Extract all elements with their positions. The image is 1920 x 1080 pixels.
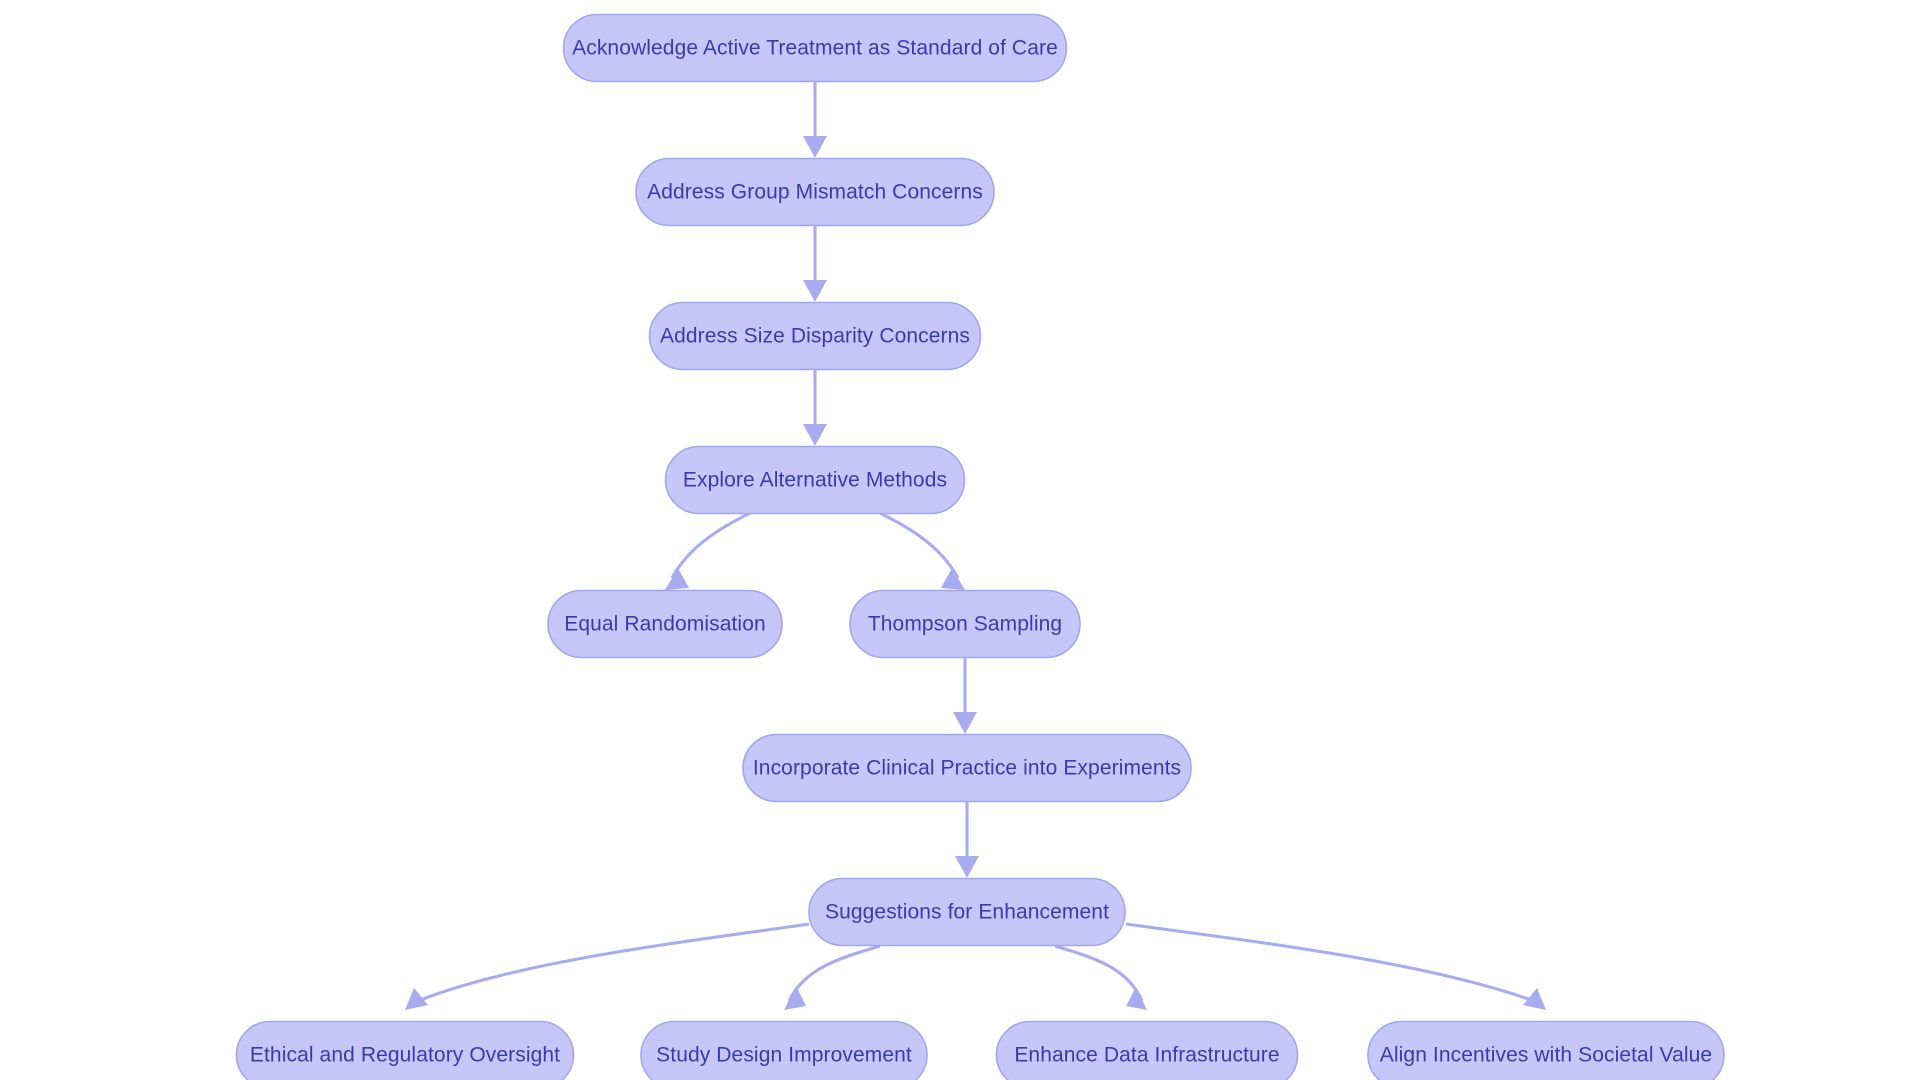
node-thompson-sampling[interactable]: Thompson Sampling — [849, 589, 1081, 659]
node-label: Explore Alternative Methods — [683, 469, 947, 492]
edge-thompson-sampling-to-incorporate-practice — [953, 658, 977, 734]
arrowhead-icon — [1126, 987, 1147, 1010]
node-enhance-data-infrastructure[interactable]: Enhance Data Infrastructure — [995, 1020, 1299, 1080]
flowchart-canvas: Acknowledge Active Treatment as Standard… — [0, 0, 1920, 1080]
node-label: Ethical and Regulatory Oversight — [250, 1044, 560, 1067]
node-label: Study Design Improvement — [656, 1044, 912, 1067]
node-suggestions-for-enhancement[interactable]: Suggestions for Enhancement — [808, 877, 1126, 947]
node-study-design-improvement[interactable]: Study Design Improvement — [640, 1020, 928, 1080]
edge-suggestions-to-study-design — [784, 944, 881, 1010]
edge-path — [877, 510, 960, 579]
node-label: Address Size Disparity Concerns — [660, 325, 970, 348]
edge-explore-methods-to-thompson-sampling — [877, 510, 965, 590]
node-label: Address Group Mismatch Concerns — [647, 181, 983, 204]
edge-suggestions-to-align-incentives — [1125, 922, 1546, 1010]
edge-path — [670, 510, 753, 579]
arrowhead-icon — [665, 568, 689, 590]
edge-incorporate-practice-to-suggestions — [955, 802, 979, 878]
node-label: Enhance Data Infrastructure — [1014, 1044, 1279, 1067]
nodes-layer: Acknowledge Active Treatment as Standard… — [235, 13, 1725, 1080]
edge-path — [417, 922, 810, 1003]
node-acknowledge-active-treatment[interactable]: Acknowledge Active Treatment as Standard… — [562, 13, 1068, 83]
node-incorporate-clinical-practice[interactable]: Incorporate Clinical Practice into Exper… — [742, 733, 1192, 803]
node-explore-alternative-methods[interactable]: Explore Alternative Methods — [664, 445, 966, 515]
edge-size-disparity-to-explore-methods — [803, 370, 827, 446]
flowchart-diagram: Acknowledge Active Treatment as Standard… — [235, 13, 1725, 1080]
arrowhead-icon — [803, 424, 827, 446]
edge-suggestions-to-data-infrastructure — [1054, 944, 1147, 1010]
arrowhead-icon — [803, 136, 827, 158]
edge-group-mismatch-to-size-disparity — [803, 226, 827, 302]
edge-path — [1054, 944, 1144, 1002]
arrowhead-icon — [941, 568, 965, 590]
node-label: Thompson Sampling — [868, 613, 1062, 636]
arrowhead-icon — [955, 856, 979, 878]
edge-suggestions-to-ethical-oversight — [405, 922, 810, 1010]
node-label: Incorporate Clinical Practice into Exper… — [753, 757, 1181, 780]
edge-acknowledge-to-group-mismatch — [803, 82, 827, 158]
node-equal-randomisation[interactable]: Equal Randomisation — [547, 589, 783, 659]
node-align-incentives-societal-value[interactable]: Align Incentives with Societal Value — [1367, 1020, 1725, 1080]
node-address-group-mismatch[interactable]: Address Group Mismatch Concerns — [635, 157, 995, 227]
arrowhead-icon — [803, 280, 827, 302]
arrowhead-icon — [784, 986, 806, 1010]
node-label: Acknowledge Active Treatment as Standard… — [572, 37, 1058, 60]
edge-path — [787, 944, 881, 1002]
arrowhead-icon — [953, 712, 977, 734]
node-label: Align Incentives with Societal Value — [1380, 1044, 1712, 1067]
edge-path — [1125, 922, 1535, 1003]
node-ethical-regulatory-oversight[interactable]: Ethical and Regulatory Oversight — [235, 1020, 575, 1080]
edge-explore-methods-to-equal-randomisation — [665, 510, 753, 590]
node-label: Suggestions for Enhancement — [825, 901, 1109, 924]
node-address-size-disparity[interactable]: Address Size Disparity Concerns — [648, 301, 982, 371]
node-label: Equal Randomisation — [564, 613, 766, 636]
